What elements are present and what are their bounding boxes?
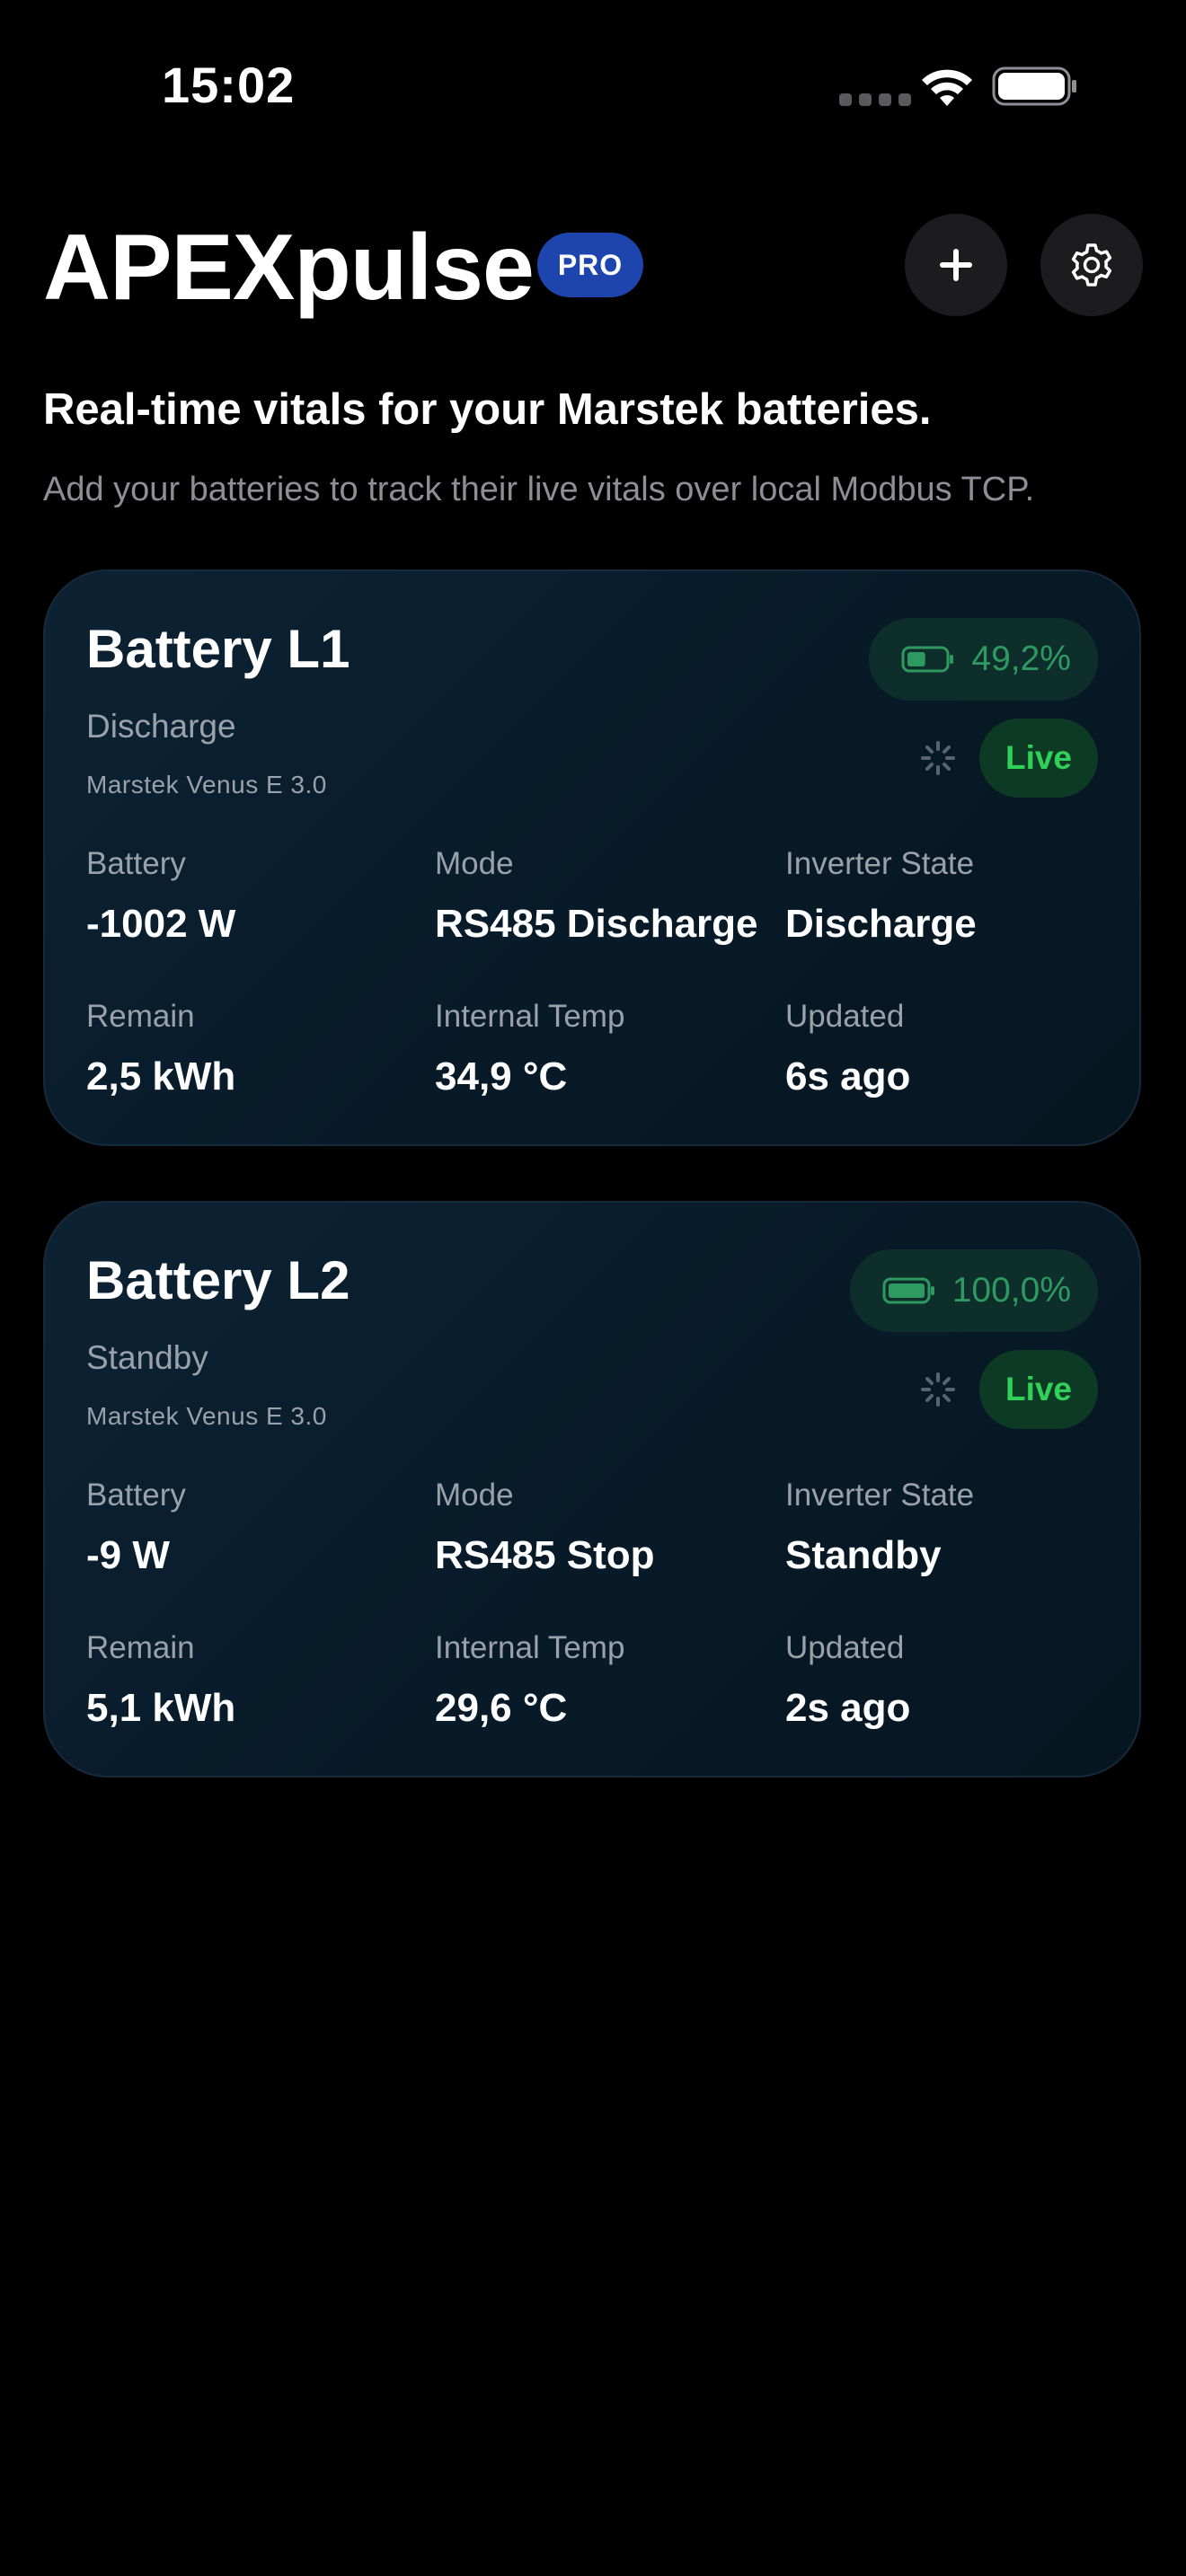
intro-subline: Add your batteries to track their live v…: [43, 471, 1035, 508]
loading-spinner-icon: [921, 741, 955, 775]
battery-card[interactable]: Battery L1 Discharge Marstek Venus E 3.0…: [43, 569, 1141, 1146]
status-bar: 15:02: [0, 0, 1186, 171]
internal-temp-value: 34,9 °C: [435, 1054, 568, 1098]
battery-power-label: Battery: [86, 1478, 186, 1513]
wifi-icon: [922, 69, 972, 106]
inverter-state-value: Discharge: [785, 902, 977, 946]
state-of-charge-badge: 100,0%: [849, 1249, 1098, 1332]
battery-power-value: -1002 W: [86, 902, 236, 946]
battery-model: Marstek Venus E 3.0: [86, 1402, 327, 1430]
mode-value: RS485 Discharge: [435, 902, 758, 946]
internal-temp-label: Internal Temp: [435, 1630, 625, 1665]
plus-icon: [940, 249, 972, 281]
inverter-state-value: Standby: [785, 1533, 942, 1577]
updated-value: 2s ago: [785, 1686, 911, 1730]
battery-state: Discharge: [86, 708, 236, 745]
cellular-signal-icon: [839, 93, 915, 106]
inverter-state-label: Inverter State: [785, 1478, 975, 1513]
state-of-charge-value: 100,0%: [951, 1271, 1071, 1310]
internal-temp-value: 29,6 °C: [435, 1686, 568, 1730]
battery-power-value: -9 W: [86, 1533, 170, 1577]
battery-name: Battery L1: [86, 619, 350, 679]
mode-label: Mode: [435, 846, 514, 881]
mode-value: RS485 Stop: [435, 1533, 655, 1577]
device-battery-icon: [992, 66, 1076, 106]
state-of-charge-value: 49,2%: [971, 640, 1071, 678]
battery-power-label: Battery: [86, 846, 186, 881]
loading-spinner-icon: [921, 1372, 955, 1407]
battery-card[interactable]: Battery L2 Standby Marstek Venus E 3.0 1…: [43, 1201, 1141, 1778]
gear-icon: [1071, 243, 1112, 287]
remain-value: 2,5 kWh: [86, 1054, 236, 1098]
mode-label: Mode: [435, 1478, 514, 1513]
intro-headline: Real-time vitals for your Marstek batter…: [43, 385, 932, 434]
internal-temp-label: Internal Temp: [435, 999, 625, 1034]
settings-button[interactable]: [1040, 214, 1143, 316]
state-of-charge-badge: 49,2%: [869, 618, 1098, 701]
battery-level-icon: [882, 1277, 934, 1304]
live-status-badge: Live: [979, 719, 1098, 798]
add-battery-button[interactable]: [905, 214, 1007, 316]
updated-value: 6s ago: [785, 1054, 911, 1098]
live-status-badge: Live: [979, 1350, 1098, 1429]
battery-level-icon: [901, 646, 954, 673]
battery-state: Standby: [86, 1339, 208, 1376]
battery-name: Battery L2: [86, 1250, 350, 1310]
status-time: 15:02: [162, 57, 296, 113]
pro-badge[interactable]: PRO: [537, 233, 643, 297]
updated-label: Updated: [785, 999, 905, 1034]
app-title: APEXpulse: [43, 216, 535, 320]
battery-model: Marstek Venus E 3.0: [86, 771, 327, 798]
remain-label: Remain: [86, 1630, 195, 1665]
inverter-state-label: Inverter State: [785, 846, 975, 881]
remain-value: 5,1 kWh: [86, 1686, 236, 1730]
updated-label: Updated: [785, 1630, 905, 1665]
remain-label: Remain: [86, 999, 195, 1034]
